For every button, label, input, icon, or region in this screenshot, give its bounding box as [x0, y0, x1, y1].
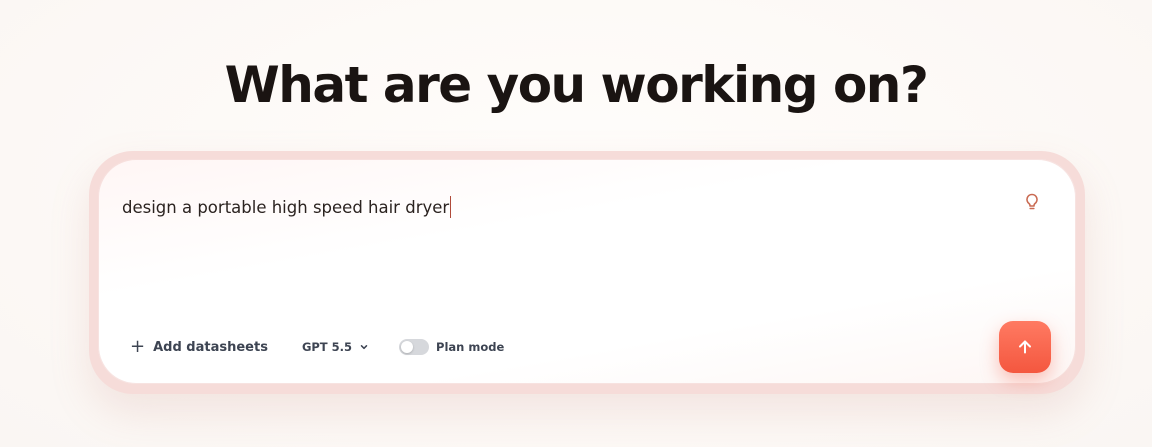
chevron-down-icon	[360, 345, 368, 350]
page: What are you working on? design a portab…	[0, 0, 1152, 447]
plan-mode-switch[interactable]	[399, 339, 430, 355]
text-caret	[450, 196, 452, 218]
prompt-input[interactable]: design a portable high speed hair dryer	[122, 196, 452, 218]
prompt-text: design a portable high speed hair dryer	[122, 197, 450, 217]
add-datasheets-label: Add datasheets	[153, 339, 268, 355]
plan-mode-label: Plan mode	[436, 340, 505, 354]
model-label: GPT 5.5	[301, 340, 353, 354]
plan-mode-toggle[interactable]: Plan mode	[399, 339, 504, 355]
model-select[interactable]: GPT 5.5	[302, 340, 369, 354]
prompt-composer: design a portable high speed hair dryer …	[98, 159, 1076, 384]
switch-knob	[401, 341, 414, 353]
plus-icon: +	[130, 336, 146, 357]
add-datasheets-button[interactable]: + Add datasheets	[130, 338, 268, 356]
send-button[interactable]	[999, 321, 1051, 373]
composer-toolbar: + Add datasheets GPT 5.5 Plan mode	[130, 333, 504, 361]
lightbulb-icon[interactable]	[1022, 192, 1042, 212]
arrow-up-icon	[1019, 340, 1031, 354]
page-title: What are you working on?	[224, 56, 929, 114]
